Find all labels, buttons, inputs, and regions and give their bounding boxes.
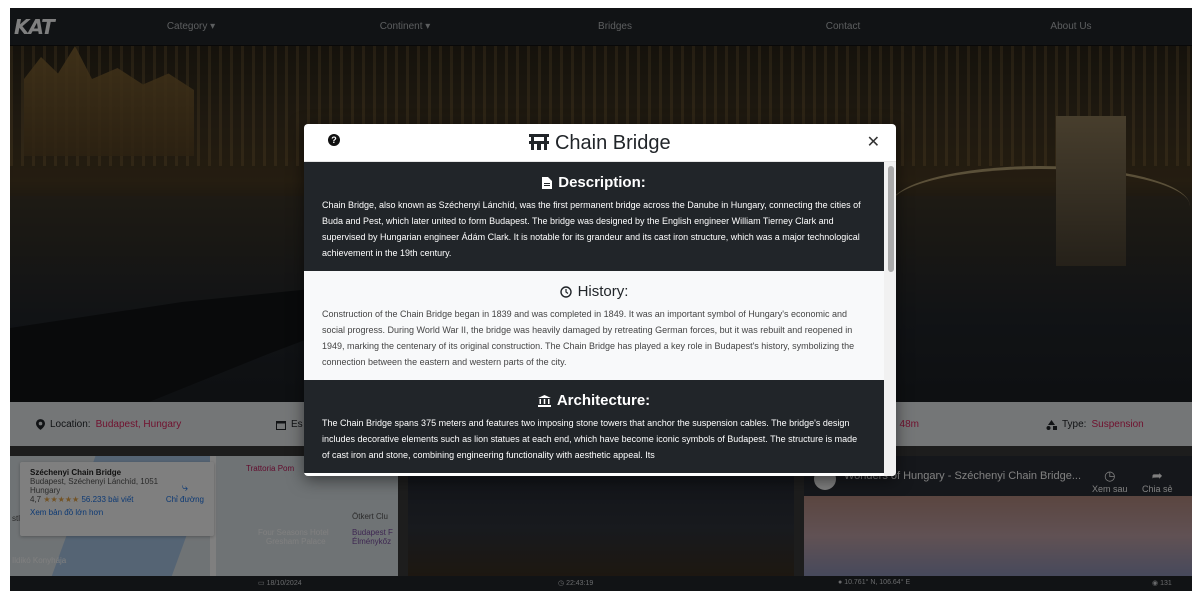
history-text: Construction of the Chain Bridge began i… <box>322 309 855 367</box>
modal-body[interactable]: Description: Chain Bridge, also known as… <box>304 162 896 476</box>
close-button[interactable]: ✕ <box>867 132 880 152</box>
architecture-text: The Chain Bridge spans 375 meters and fe… <box>322 418 858 460</box>
architecture-heading: Architecture: <box>322 392 866 409</box>
scrollbar-thumb[interactable] <box>888 166 894 272</box>
bridge-detail-modal: ? Chain Bridge ✕ Description: Chain Brid… <box>304 124 896 476</box>
modal-header: ? Chain Bridge ✕ <box>304 124 896 162</box>
history-heading: History: <box>322 283 866 300</box>
description-section: Description: Chain Bridge, also known as… <box>304 162 884 271</box>
architecture-section: Architecture: The Chain Bridge spans 375… <box>304 380 884 473</box>
description-text: Chain Bridge, also known as Széchenyi Lá… <box>322 200 861 258</box>
description-heading: Description: <box>322 174 866 191</box>
modal-title: Chain Bridge <box>304 132 896 155</box>
history-icon <box>559 285 572 298</box>
description-title: Description: <box>558 174 646 191</box>
modal-title-text: Chain Bridge <box>554 132 671 154</box>
architecture-title: Architecture: <box>556 392 651 409</box>
landmark-icon <box>537 394 551 407</box>
page-frame: KAT Category ▾ Continent ▾ Bridges Conta… <box>10 8 1192 591</box>
modal-scrollbar[interactable] <box>884 162 896 476</box>
document-icon <box>542 176 553 189</box>
history-section: History: Construction of the Chain Bridg… <box>304 271 884 380</box>
history-title: History: <box>577 283 629 300</box>
bridge-icon <box>529 134 550 150</box>
